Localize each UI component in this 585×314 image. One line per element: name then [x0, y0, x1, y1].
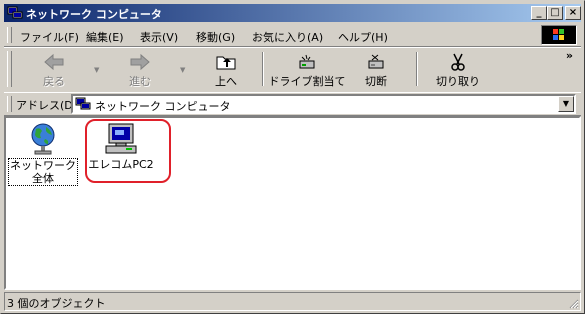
status-bar: 3 個のオブジェクト — [4, 292, 581, 311]
red-highlight-circle — [85, 119, 171, 183]
up-button[interactable]: 上へ — [194, 51, 258, 89]
globe-icon — [31, 123, 55, 155]
disconnect-label: 切断 — [365, 75, 387, 88]
file-view[interactable]: ネットワーク全体 エレコムPC2 — [4, 116, 581, 290]
title-bar[interactable]: ネットワーク コンピュータ _ □ × — [4, 4, 581, 22]
windows-flag-icon — [553, 29, 564, 40]
windows-logo — [541, 25, 577, 45]
menu-favorites[interactable]: お気に入り(A) — [252, 29, 323, 45]
menu-edit[interactable]: 編集(E) — [86, 29, 124, 45]
menu-file[interactable]: ファイル(F) — [20, 29, 79, 45]
address-bar: アドレス(D) ネットワーク コンピュータ ▼ — [4, 92, 581, 116]
scissors-icon — [451, 53, 465, 71]
maximize-button[interactable]: □ — [547, 6, 563, 20]
back-button[interactable]: 戻る — [22, 51, 86, 89]
disconnect-button[interactable]: 切断 — [344, 51, 408, 89]
folder-up-icon — [216, 56, 236, 70]
cut-button[interactable]: 切り取り — [426, 51, 490, 89]
toolbar-grip[interactable] — [7, 51, 12, 87]
up-label: 上へ — [215, 75, 237, 88]
status-text: 3 個のオブジェクト — [7, 297, 106, 310]
map-drive-button[interactable]: ドライブ割当て — [266, 51, 348, 89]
explorer-window: ネットワーク コンピュータ _ □ × ファイル(F) 編集(E) 表示(V) … — [0, 0, 585, 314]
menubar-grip[interactable] — [7, 27, 12, 43]
map-drive-icon — [299, 54, 315, 69]
addressbar-grip[interactable] — [7, 96, 12, 112]
address-dropdown-button[interactable]: ▼ — [558, 96, 574, 112]
network-item-entire-network[interactable]: ネットワーク全体 — [7, 122, 79, 186]
address-input[interactable]: ネットワーク コンピュータ ▼ — [71, 94, 576, 114]
cut-label: 切り取り — [436, 75, 480, 88]
back-label: 戻る — [43, 75, 65, 88]
address-value: ネットワーク コンピュータ — [95, 100, 231, 113]
toolbar-separator — [262, 52, 264, 86]
window-title: ネットワーク コンピュータ — [26, 8, 162, 21]
back-arrow-icon — [44, 53, 64, 71]
address-label: アドレス(D) — [16, 99, 78, 112]
standard-toolbar: 戻る ▼ 進む ▼ 上へ ドライブ割当て 切断 切り取り » — [4, 47, 581, 93]
close-button[interactable]: × — [565, 6, 581, 20]
toolbar-separator — [416, 52, 418, 86]
map-drive-label: ドライブ割当て — [268, 75, 346, 88]
menu-view[interactable]: 表示(V) — [140, 29, 178, 45]
network-computer-icon — [7, 6, 23, 19]
item-label: ネットワーク全体 — [8, 158, 78, 186]
forward-dropdown-icon[interactable]: ▼ — [180, 66, 185, 74]
forward-button[interactable]: 進む — [108, 51, 172, 89]
back-dropdown-icon[interactable]: ▼ — [94, 66, 99, 74]
minimize-button[interactable]: _ — [531, 6, 547, 20]
resize-grip-icon[interactable] — [567, 297, 579, 309]
menu-bar: ファイル(F) 編集(E) 表示(V) 移動(G) お気に入り(A) ヘルプ(H… — [4, 24, 581, 47]
network-computer-icon — [75, 97, 91, 110]
toolbar-more-icon[interactable]: » — [566, 49, 573, 62]
forward-arrow-icon — [130, 53, 150, 71]
menu-help[interactable]: ヘルプ(H) — [338, 29, 388, 45]
disconnect-drive-icon — [368, 54, 384, 69]
forward-label: 進む — [129, 75, 151, 88]
menu-go[interactable]: 移動(G) — [196, 29, 235, 45]
